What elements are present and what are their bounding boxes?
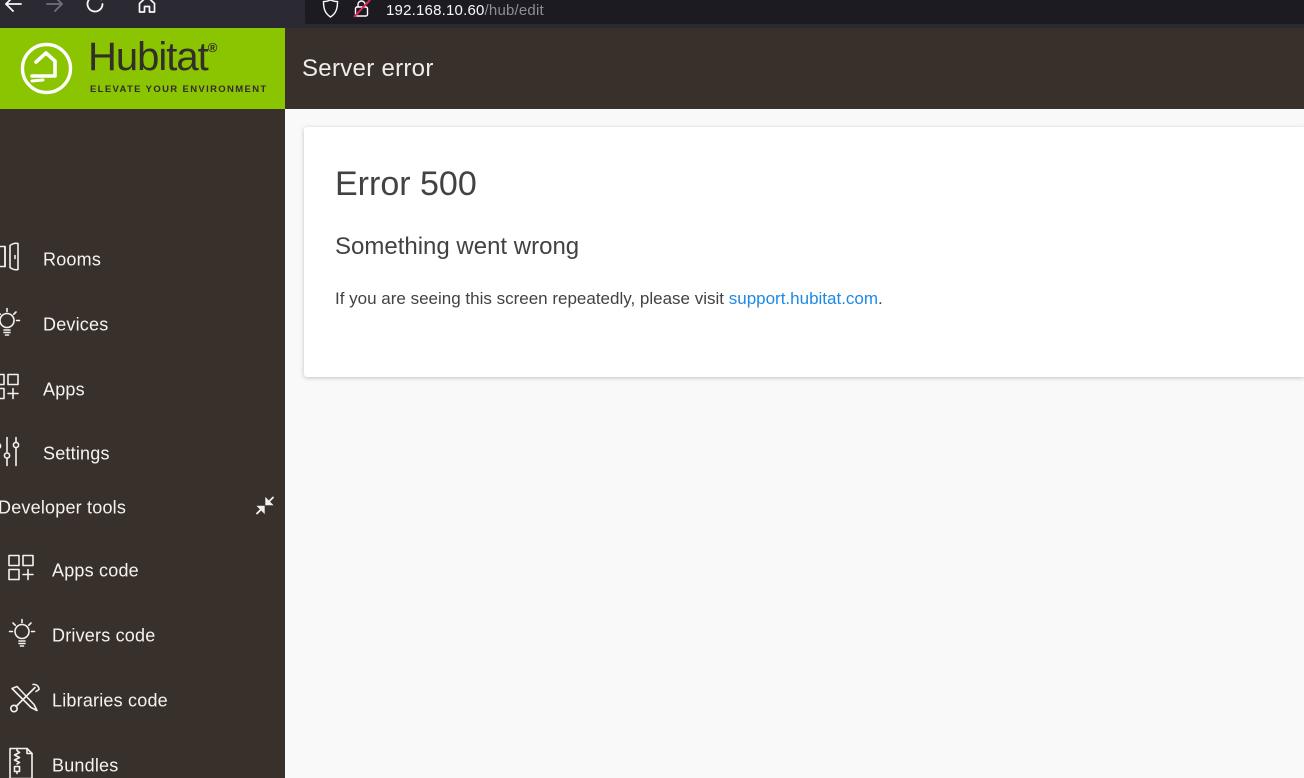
brand-tagline: ELEVATE YOUR ENVIRONMENT [90,84,268,95]
sidebar-item-bundles[interactable]: Bundles [0,746,285,778]
main-content: Error 500 Something went wrong If you ar… [285,109,1304,778]
libraries-code-icon [7,683,43,720]
error-card: Error 500 Something went wrong If you ar… [304,127,1304,377]
home-icon[interactable] [136,0,158,15]
shield-icon[interactable] [322,0,339,23]
url-host: 192.168.10.60 [386,2,485,19]
sidebar-item-apps[interactable]: Apps [0,370,285,410]
error-message-suffix: . [878,289,883,308]
devices-icon [0,306,30,345]
rooms-icon [0,242,32,279]
sidebar: Rooms Devices Apps Settings Developer to… [0,109,285,778]
url-path: /hub/edit [484,2,544,19]
forward-icon[interactable] [44,0,66,15]
registered-mark: ® [207,40,218,55]
apps-icon [0,373,30,408]
support-link[interactable]: support.hubitat.com [729,289,878,308]
bundles-icon [7,747,35,778]
error-subtitle: Something went wrong [335,233,580,260]
sidebar-item-rooms[interactable]: Rooms [0,240,285,280]
sidebar-item-apps-code[interactable]: Apps code [0,551,285,591]
settings-icon [0,436,30,473]
sidebar-item-settings[interactable]: Settings [0,434,285,474]
back-icon[interactable] [2,0,24,15]
hubitat-logo[interactable]: Hubitat® ELEVATE YOUR ENVIRONMENT [0,28,285,109]
error-code-heading: Error 500 [335,165,477,203]
browser-toolbar: 192.168.10.60/hub/edit [0,0,1304,28]
drivers-code-icon [7,617,39,656]
page-title: Server error [302,54,434,82]
app-header: Hubitat® ELEVATE YOUR ENVIRONMENT Server… [0,28,1304,109]
reload-icon[interactable] [84,0,106,15]
error-message: If you are seeing this screen repeatedly… [335,289,883,309]
url-bar[interactable]: 192.168.10.60/hub/edit [305,0,1304,24]
brand-text: Hubitat® [88,35,218,79]
insecure-lock-icon[interactable] [352,0,373,23]
sidebar-item-libraries-code[interactable]: Libraries code [0,681,285,721]
sidebar-item-drivers-code[interactable]: Drivers code [0,616,285,656]
apps-code-icon [7,554,37,589]
url-text[interactable]: 192.168.10.60/hub/edit [386,2,544,19]
error-message-prefix: If you are seeing this screen repeatedly… [335,289,729,308]
collapse-icon[interactable] [255,496,275,521]
sidebar-item-devices[interactable]: Devices [0,305,285,345]
sidebar-section-developer-tools[interactable]: Developer tools [0,488,285,528]
hubitat-house-icon [19,41,74,101]
